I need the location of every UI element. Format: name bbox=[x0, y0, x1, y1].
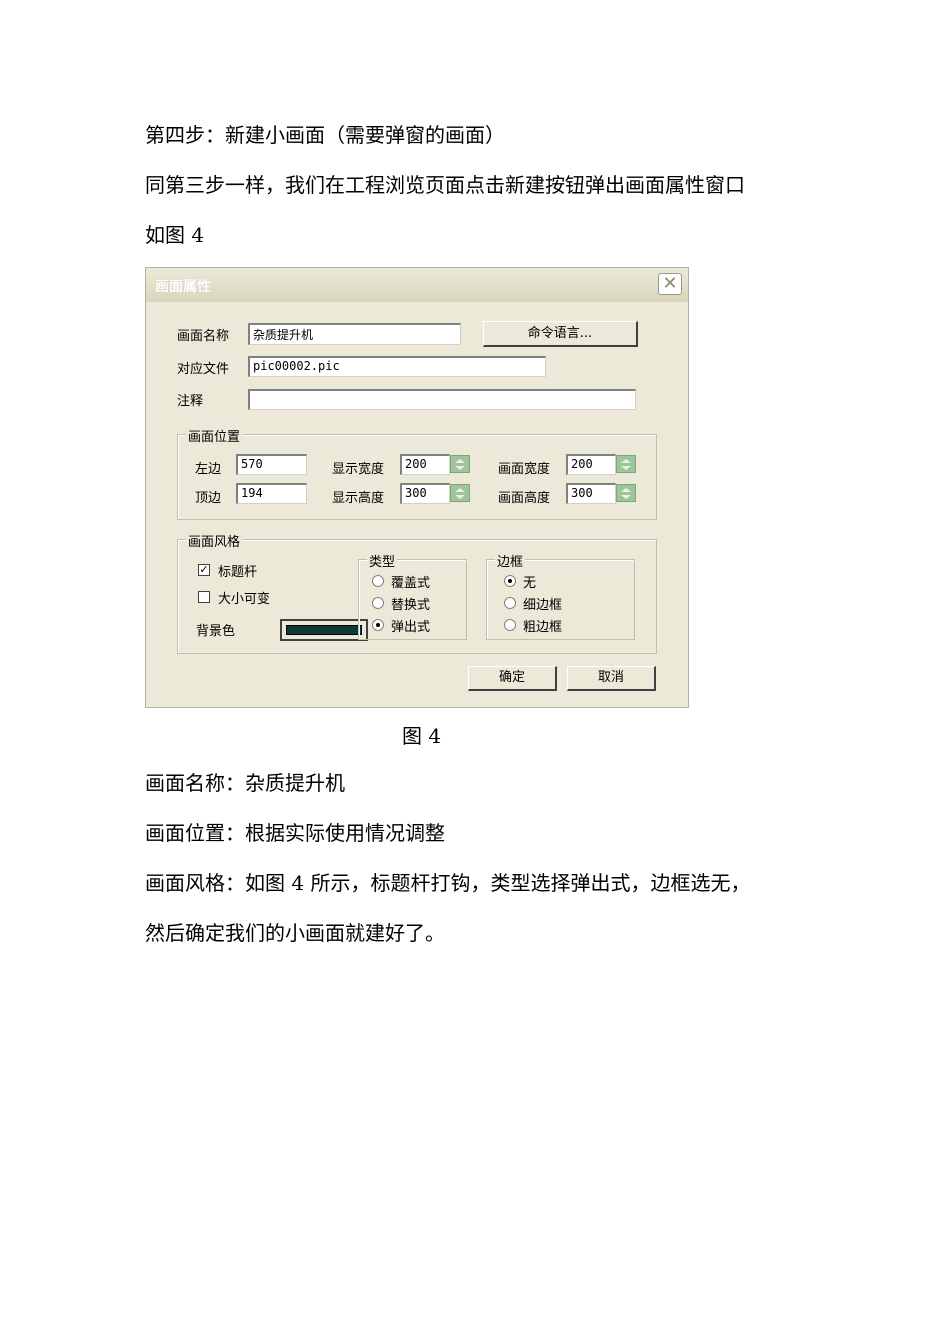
canvas-width-spinner[interactable] bbox=[616, 455, 636, 473]
border-group: 边框 无 细边框 粗边框 bbox=[486, 551, 635, 640]
type-group-title: 类型 bbox=[367, 551, 398, 570]
step-heading: 第四步：新建小画面（需要弹窗的画面） bbox=[145, 123, 505, 147]
border-option-label: 无 bbox=[523, 576, 537, 591]
border-radio-thick[interactable] bbox=[504, 619, 516, 631]
canvas-width-input[interactable]: 200 bbox=[566, 454, 616, 475]
border-option-label: 细边框 bbox=[523, 598, 563, 613]
ok-button[interactable]: 确定 bbox=[468, 666, 557, 691]
type-radio-popup[interactable] bbox=[372, 619, 384, 631]
display-width-input[interactable]: 200 bbox=[400, 454, 450, 475]
figure-reference: 如图 4 bbox=[145, 223, 205, 247]
canvas-height-label: 画面高度 bbox=[498, 491, 551, 506]
cancel-button[interactable]: 取消 bbox=[567, 666, 656, 691]
display-height-label: 显示高度 bbox=[332, 491, 385, 506]
resizable-checkbox-label: 大小可变 bbox=[218, 592, 271, 607]
titlebar-checkbox[interactable]: ✓ bbox=[198, 564, 210, 576]
style-group-title: 画面风格 bbox=[186, 531, 243, 550]
figure-caption: 图 4 bbox=[402, 724, 442, 748]
top-label: 顶边 bbox=[195, 491, 222, 506]
top-input[interactable]: 194 bbox=[236, 483, 307, 504]
canvas-width-label: 画面宽度 bbox=[498, 462, 551, 477]
type-radio-overlay[interactable] bbox=[372, 575, 384, 587]
dialog-titlebar[interactable]: 画面属性 ✕ bbox=[146, 268, 688, 302]
type-option-label: 弹出式 bbox=[391, 620, 431, 635]
bgcolor-button[interactable] bbox=[280, 619, 368, 641]
bgcolor-label: 背景色 bbox=[196, 624, 236, 639]
close-icon: ✕ bbox=[662, 273, 678, 294]
left-label: 左边 bbox=[195, 462, 222, 477]
bgcolor-swatch bbox=[286, 625, 362, 635]
canvas-height-spinner[interactable] bbox=[616, 484, 636, 502]
display-height-spinner[interactable] bbox=[450, 484, 470, 502]
position-group: 画面位置 左边 570 顶边 194 显示宽度 200 显示高度 300 画面宽… bbox=[177, 426, 657, 520]
position-description: 画面位置：根据实际使用情况调整 bbox=[145, 821, 445, 845]
display-height-input[interactable]: 300 bbox=[400, 483, 450, 504]
style-group: 画面风格 ✓ 标题杆 大小可变 背景色 类型 覆盖式 替换式 弹出式 边框 无 … bbox=[177, 531, 657, 654]
position-group-title: 画面位置 bbox=[186, 426, 243, 445]
close-button[interactable]: ✕ bbox=[658, 273, 682, 295]
type-group: 类型 覆盖式 替换式 弹出式 bbox=[358, 551, 467, 640]
command-language-button[interactable]: 命令语言... bbox=[483, 321, 638, 347]
name-description: 画面名称：杂质提升机 bbox=[145, 771, 345, 795]
dialog-title: 画面属性 bbox=[155, 279, 211, 295]
border-option-label: 粗边框 bbox=[523, 620, 563, 635]
border-group-title: 边框 bbox=[495, 551, 526, 570]
style-description: 画面风格：如图 4 所示，标题杆打钩，类型选择弹出式，边框选无， bbox=[145, 871, 751, 895]
border-radio-none[interactable] bbox=[504, 575, 516, 587]
comment-input[interactable] bbox=[248, 389, 636, 410]
closing-paragraph: 然后确定我们的小画面就建好了。 bbox=[145, 921, 445, 945]
comment-label: 注释 bbox=[177, 394, 204, 409]
name-input[interactable]: 杂质提升机 bbox=[248, 323, 461, 345]
file-label: 对应文件 bbox=[177, 362, 230, 377]
display-width-label: 显示宽度 bbox=[332, 462, 385, 477]
file-input[interactable]: pic00002.pic bbox=[248, 356, 546, 377]
display-width-spinner[interactable] bbox=[450, 455, 470, 473]
page-properties-dialog: 画面属性 ✕ 画面名称 杂质提升机 命令语言... 对应文件 pic00002.… bbox=[145, 267, 689, 708]
intro-paragraph: 同第三步一样，我们在工程浏览页面点击新建按钮弹出画面属性窗口 bbox=[145, 173, 745, 197]
type-radio-replace[interactable] bbox=[372, 597, 384, 609]
type-option-label: 替换式 bbox=[391, 598, 431, 613]
border-radio-thin[interactable] bbox=[504, 597, 516, 609]
titlebar-checkbox-label: 标题杆 bbox=[218, 565, 258, 580]
name-label: 画面名称 bbox=[177, 329, 230, 344]
left-input[interactable]: 570 bbox=[236, 454, 307, 475]
resizable-checkbox[interactable] bbox=[198, 591, 210, 603]
canvas-height-input[interactable]: 300 bbox=[566, 483, 616, 504]
type-option-label: 覆盖式 bbox=[391, 576, 431, 591]
